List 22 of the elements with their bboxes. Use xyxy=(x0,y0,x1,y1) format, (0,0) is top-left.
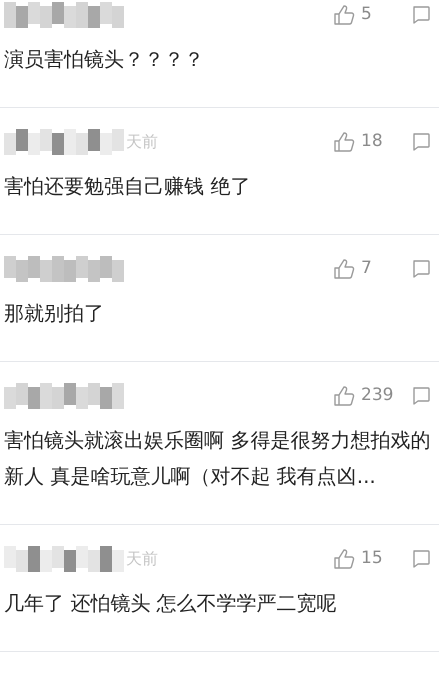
like-count: 18 xyxy=(361,130,384,154)
comment-time: 天前 xyxy=(126,548,158,570)
comment-text: 演员害怕镜头？？？？ xyxy=(4,46,205,73)
thumbs-up-icon[interactable] xyxy=(333,258,355,280)
thumbs-up-icon[interactable] xyxy=(333,385,355,407)
thumbs-up-icon[interactable] xyxy=(333,4,355,26)
comment-time: 天前 xyxy=(126,131,158,153)
like-count: 5 xyxy=(361,3,373,26)
comment-text: 几年了 还怕镜头 怎么不学学严二宽呢 xyxy=(4,590,338,617)
thumbs-up-icon[interactable] xyxy=(333,548,355,570)
like-count: 7 xyxy=(361,257,373,280)
thumbs-up-icon[interactable] xyxy=(333,131,355,153)
comment-text: 害怕镜头就滚出娱乐圈啊 多得是很努力想拍戏的新人 真是啥玩意儿啊（对不起 我有点凶... xyxy=(4,427,432,490)
comment-icon[interactable] xyxy=(411,5,431,25)
comment-icon[interactable] xyxy=(411,132,431,152)
comment-text: 害怕还要勉强自己赚钱 绝了 xyxy=(4,173,252,200)
like-count: 239 xyxy=(361,384,394,408)
comment-icon[interactable] xyxy=(411,386,431,406)
comment-icon[interactable] xyxy=(411,549,431,569)
comment-text: 那就别拍了 xyxy=(4,300,105,327)
comment-icon[interactable] xyxy=(411,259,431,279)
like-count: 15 xyxy=(361,547,384,570)
